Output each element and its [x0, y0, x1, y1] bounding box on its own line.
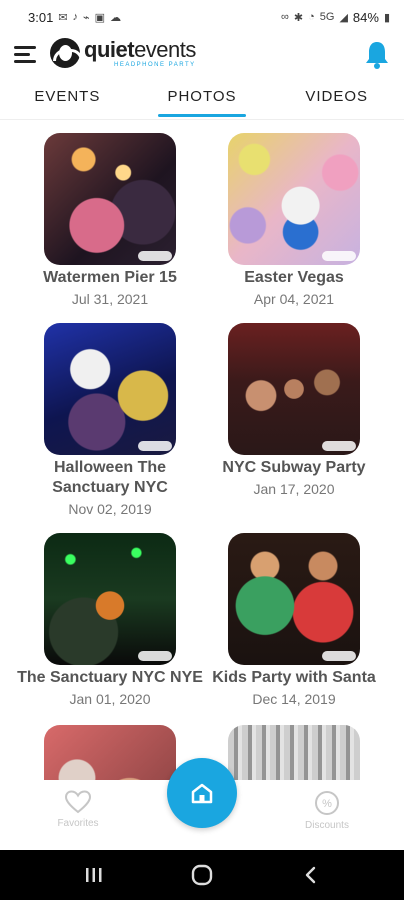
watermark-logo [322, 441, 356, 451]
watermark-logo [322, 251, 356, 261]
album-date: Apr 04, 2021 [253, 291, 335, 307]
status-right: ∞ ✱ ◔ 5G ◢ 84% ▮ [281, 10, 390, 25]
bell-icon[interactable] [364, 40, 390, 70]
album-title: NYC Subway Party [222, 459, 366, 476]
album-thumbnail[interactable] [228, 133, 360, 265]
nav-discounts-label: Discounts [305, 820, 349, 831]
album-thumbnail[interactable] [44, 133, 176, 265]
heart-icon [64, 790, 92, 814]
album-title: The Sanctuary NYC NYE [17, 669, 203, 686]
menu-line [14, 46, 36, 49]
link-icon: ∞ [281, 11, 289, 23]
android-home-icon [191, 864, 213, 886]
album-date: Jan 01, 2020 [69, 691, 151, 707]
album-thumbnail[interactable] [44, 533, 176, 665]
mail-notification-icon: ✉ [58, 11, 68, 24]
cloud-icon: ☁ [110, 11, 122, 24]
logo-tagline: HEADPHONE PARTY [114, 61, 196, 68]
menu-line [14, 53, 30, 56]
watermark-logo [322, 651, 356, 661]
album-date: Nov 02, 2019 [68, 501, 152, 517]
watermark-logo [138, 441, 172, 451]
system-nav-bar [0, 850, 404, 900]
menu-button[interactable] [14, 44, 38, 66]
image-notification-icon: ▣ [94, 11, 106, 24]
album-card[interactable]: Easter Vegas Apr 04, 2021 [198, 133, 390, 309]
album-title: Easter Vegas [244, 269, 344, 286]
home-button[interactable] [167, 758, 237, 828]
tab-bar: EVENTS PHOTOS VIDEOS [0, 78, 404, 120]
menu-line [14, 60, 36, 63]
android-home-button[interactable] [182, 860, 222, 890]
album-thumbnail[interactable] [44, 725, 176, 780]
notification-icon: ♪ [72, 11, 79, 23]
watermark-logo [138, 651, 172, 661]
album-card[interactable]: Kids Party with Santa Dec 14, 2019 [198, 533, 390, 709]
album-title: Watermen Pier 15 [43, 269, 177, 286]
logo-name-light: events [134, 36, 196, 62]
back-button[interactable] [290, 860, 330, 890]
tab-photos[interactable]: PHOTOS [135, 78, 270, 119]
recent-apps-button[interactable] [74, 860, 114, 890]
album-thumbnail[interactable] [44, 323, 176, 455]
album-card[interactable]: NYC Subway Party Jan 17, 2020 [198, 323, 390, 499]
headphones-logo-icon [50, 38, 83, 68]
wifi-icon: ◔ [308, 11, 315, 23]
album-title: Kids Party with Santa [212, 669, 376, 686]
nav-favorites[interactable]: Favorites [38, 790, 118, 829]
album-card[interactable]: Halloween The Sanctuary NYC Nov 02, 2019 [14, 323, 206, 519]
network-label: 5G [319, 11, 335, 23]
watermark-logo [138, 251, 172, 261]
status-time: 3:01 [28, 9, 54, 25]
status-bar: 3:01 ✉ ♪ ⌁ ▣ ☁ ∞ ✱ ◔ 5G ◢ 84% ▮ [0, 0, 404, 34]
album-card[interactable]: The Sanctuary NYC NYE Jan 01, 2020 [14, 533, 206, 709]
app-header: quietevents HEADPHONE PARTY [0, 34, 404, 78]
home-icon [191, 783, 213, 804]
logo-wordmark: quietevents [84, 36, 196, 62]
discount-icon: % [315, 791, 339, 815]
svg-text:%: % [322, 798, 332, 810]
bluetooth-icon: ✱ [293, 11, 304, 24]
tab-events[interactable]: EVENTS [0, 78, 135, 119]
album-date: Jan 17, 2020 [253, 481, 335, 497]
logo-name-bold: quiet [84, 36, 135, 62]
album-date: Jul 31, 2021 [71, 291, 149, 307]
album-title: Halloween The Sanctuary NYC [52, 459, 168, 496]
album-thumbnail[interactable] [228, 323, 360, 455]
nav-favorites-label: Favorites [57, 818, 99, 829]
logo-text: quietevents HEADPHONE PARTY [84, 36, 196, 68]
back-chevron-icon [305, 866, 316, 884]
photo-album-grid[interactable]: Watermen Pier 15 Jul 31, 2021 Easter Veg… [0, 120, 404, 780]
album-thumbnail[interactable] [228, 533, 360, 665]
album-card[interactable]: Watermen Pier 15 Jul 31, 2021 [14, 133, 206, 309]
battery-icon: ▮ [383, 11, 390, 24]
album-thumbnail[interactable] [228, 725, 360, 780]
recent-apps-icon [86, 868, 102, 882]
battery-percent: 84% [352, 9, 379, 25]
tab-videos[interactable]: VIDEOS [269, 78, 404, 119]
voicemail-icon: ⌁ [83, 11, 90, 24]
album-date: Dec 14, 2019 [252, 691, 336, 707]
signal-icon: ◢ [339, 11, 348, 24]
status-left: 3:01 ✉ ♪ ⌁ ▣ ☁ [28, 10, 121, 25]
app-logo: quietevents HEADPHONE PARTY [50, 38, 196, 68]
nav-discounts[interactable]: % Discounts [287, 790, 367, 831]
